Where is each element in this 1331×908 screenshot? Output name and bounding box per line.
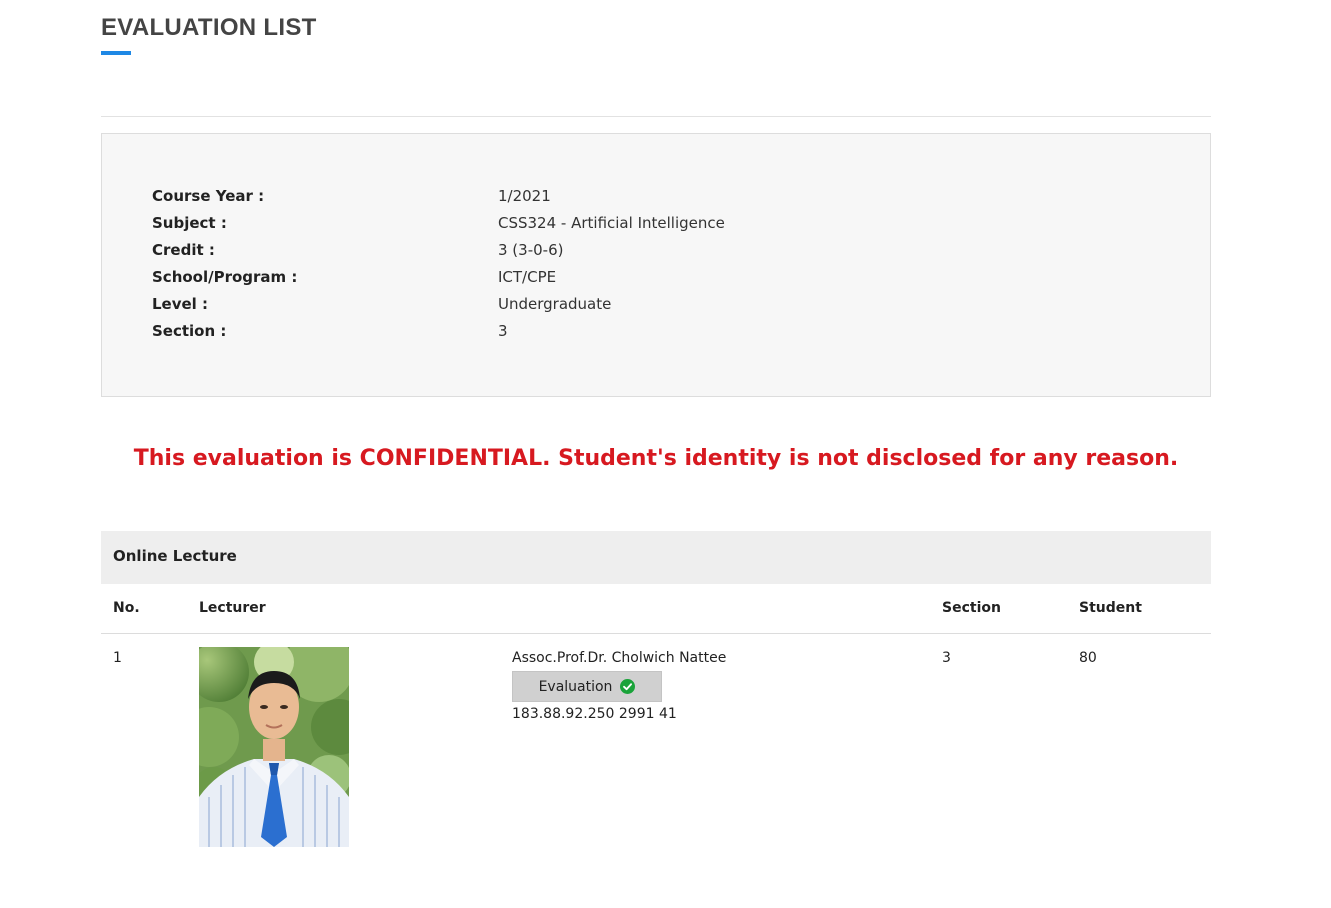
info-row-course-year: Course Year : 1/2021 [152,183,1152,210]
info-label: Level : [152,295,209,313]
check-circle-icon [620,679,636,694]
title-underline [101,51,131,55]
course-info-panel: Course Year : 1/2021 Subject : CSS324 - … [101,133,1211,397]
row-number: 1 [113,650,122,666]
lecturer-meta: 183.88.92.250 2991 41 [512,706,677,722]
divider [101,116,1211,117]
column-header-lecturer: Lecturer [199,600,266,616]
info-value: ICT/CPE [498,268,557,286]
info-row-section: Section : 3 [152,318,1152,345]
info-row-credit: Credit : 3 (3-0-6) [152,237,1152,264]
info-value: CSS324 - Artificial Intelligence [498,214,725,232]
info-row-school-program: School/Program : ICT/CPE [152,264,1152,291]
info-label: School/Program : [152,268,298,286]
info-label: Section : [152,322,227,340]
row-student-count: 80 [1079,650,1097,666]
evaluation-button-label: Evaluation [538,678,613,695]
page-title: EVALUATION LIST [101,14,317,41]
info-value: 3 (3-0-6) [498,241,564,259]
confidential-notice: This evaluation is CONFIDENTIAL. Student… [133,446,1179,471]
lecturer-photo [199,647,349,847]
section-title: Online Lecture [113,547,237,565]
evaluation-button[interactable]: Evaluation [512,671,662,702]
info-value: 3 [498,322,508,340]
info-value: 1/2021 [498,187,551,205]
info-label: Course Year : [152,187,265,205]
column-header-section: Section [942,600,1001,616]
column-header-no: No. [113,600,140,616]
info-label: Subject : [152,214,227,232]
lecturer-name: Assoc.Prof.Dr. Cholwich Nattee [512,650,727,666]
section-header: Online Lecture [101,531,1211,584]
info-label: Credit : [152,241,215,259]
row-section: 3 [942,650,951,666]
column-header-student: Student [1079,600,1142,616]
info-value: Undergraduate [498,295,612,313]
info-row-subject: Subject : CSS324 - Artificial Intelligen… [152,210,1152,237]
info-row-level: Level : Undergraduate [152,291,1152,318]
table-divider [101,633,1211,634]
